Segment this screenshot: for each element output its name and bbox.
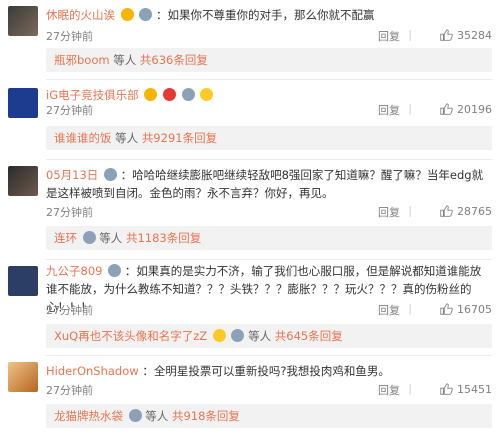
divider <box>46 259 492 260</box>
like-count: 16705 <box>457 302 492 316</box>
reply-button[interactable]: 回复 <box>378 28 400 44</box>
emoji-icon <box>212 329 226 342</box>
reply-deng: 等人 <box>109 53 140 67</box>
reply-deng: 等人 <box>141 409 172 423</box>
fan-badge-icon <box>181 88 195 101</box>
replies-box[interactable]: 谁谁谁的饭 等人 共9291条回复 <box>46 126 492 150</box>
avatar[interactable] <box>8 362 38 392</box>
reply-button[interactable]: 回复 <box>378 204 400 220</box>
timestamp: 27分钟前 <box>46 206 93 219</box>
fan-badge-icon <box>231 329 245 342</box>
username[interactable]: 05月13日 <box>46 168 98 182</box>
thumbs-up-icon <box>440 103 453 115</box>
vip-icon <box>162 88 176 101</box>
reply-deng: 等人 <box>244 329 275 343</box>
separator: | <box>408 302 412 315</box>
like-button[interactable]: 35284 <box>439 28 492 42</box>
fan-badge-icon <box>103 168 117 181</box>
reply-button[interactable]: 回复 <box>378 102 400 118</box>
timestamp: 27分钟前 <box>46 104 93 117</box>
reply-count-link[interactable]: 共636条回复 <box>140 53 208 67</box>
reply-username[interactable]: 瓶邪boom <box>54 53 110 67</box>
fan-badge-icon <box>108 264 122 277</box>
reply-username[interactable]: 龙猫牌热水袋 <box>54 409 123 423</box>
reply-count-link[interactable]: 共645条回复 <box>275 329 343 343</box>
replies-box[interactable]: 龙猫牌热水袋 等人 共918条回复 <box>46 404 492 428</box>
timestamp: 27分钟前 <box>46 30 93 43</box>
fan-badge-icon <box>139 8 153 21</box>
reply-deng: 等人 <box>95 231 126 245</box>
like-count: 28765 <box>457 204 492 218</box>
like-button[interactable]: 20196 <box>439 102 492 116</box>
separator: | <box>408 28 412 41</box>
comment-text: ：如果你不尊重你的对手，那么你就不配赢 <box>155 8 375 22</box>
replies-box[interactable]: 瓶邪boom 等人 共636条回复 <box>46 48 492 72</box>
avatar[interactable] <box>8 166 38 196</box>
username[interactable]: 休眠的火山诶 <box>46 8 115 22</box>
like-button[interactable]: 28765 <box>439 204 492 218</box>
divider <box>46 159 492 160</box>
like-count: 35284 <box>457 28 492 42</box>
reply-count-link[interactable]: 共1183条回复 <box>126 231 201 245</box>
timestamp: 27分钟前 <box>46 304 93 317</box>
reply-button[interactable]: 回复 <box>378 302 400 318</box>
thumbs-up-icon <box>440 383 453 395</box>
thumbs-up-icon <box>440 303 453 315</box>
verified-icon <box>144 88 158 101</box>
emoji-icon <box>200 88 214 101</box>
fan-badge-icon <box>128 409 142 422</box>
divider <box>46 355 492 356</box>
username[interactable]: HiderOnShadow <box>46 364 139 378</box>
like-count: 20196 <box>457 102 492 116</box>
avatar[interactable] <box>8 266 38 296</box>
reply-button[interactable]: 回复 <box>378 382 400 398</box>
username[interactable]: iG电子竞技俱乐部 <box>46 88 139 102</box>
reply-username[interactable]: 谁谁谁的饭 <box>54 131 112 145</box>
reply-deng: 等人 <box>111 131 142 145</box>
avatar[interactable] <box>8 6 38 36</box>
vip-icon <box>120 8 134 21</box>
avatar[interactable] <box>8 88 38 118</box>
separator: | <box>408 102 412 115</box>
comment-text: ：全明星投票可以重新投吗?我想投肉鸡和鱼男。 <box>142 364 390 378</box>
reply-count-link[interactable]: 共9291条回复 <box>142 131 217 145</box>
reply-count-link[interactable]: 共918条回复 <box>172 409 240 423</box>
timestamp: 27分钟前 <box>46 384 93 397</box>
divider <box>46 79 492 80</box>
replies-box[interactable]: XuQ再也不该头像和名字了zZ 等人 共645条回复 <box>46 324 492 348</box>
username[interactable]: 九公子809 <box>46 264 102 278</box>
thumbs-up-icon <box>440 205 453 217</box>
fan-badge-icon <box>82 231 96 244</box>
separator: | <box>408 204 412 217</box>
thumbs-up-icon <box>440 29 453 41</box>
like-count: 15451 <box>457 382 492 396</box>
reply-username[interactable]: XuQ再也不该头像和名字了zZ <box>54 329 207 343</box>
separator: | <box>408 382 412 395</box>
reply-username[interactable]: 连环 <box>54 231 77 245</box>
like-button[interactable]: 16705 <box>439 302 492 316</box>
like-button[interactable]: 15451 <box>439 382 492 396</box>
replies-box[interactable]: 连环 等人 共1183条回复 <box>46 226 492 250</box>
